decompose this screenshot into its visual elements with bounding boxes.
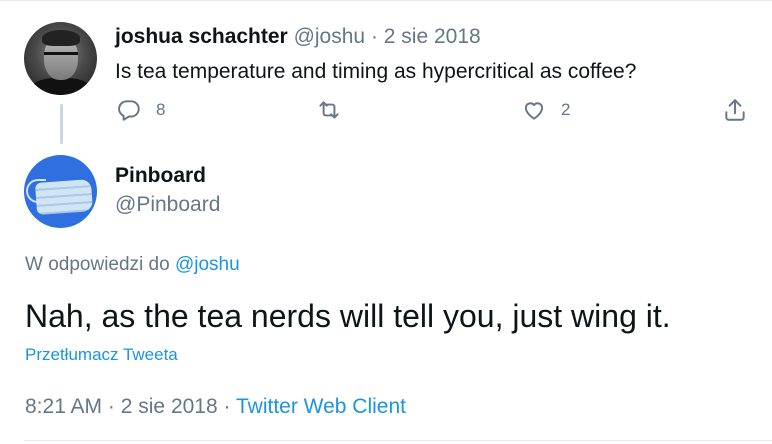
- reply-button[interactable]: 8: [116, 96, 165, 124]
- reply-count: 8: [156, 100, 166, 119]
- translate-tweet-link[interactable]: Przetłumacz Tweeta: [25, 344, 178, 366]
- like-button[interactable]: 2: [521, 96, 570, 124]
- reply-to-handle-link[interactable]: @joshu: [175, 254, 240, 275]
- tweet-meta: 8:21 AM · 2 sie 2018 · Twitter Web Clien…: [25, 393, 406, 421]
- tweet-date[interactable]: 2 sie 2018: [121, 395, 218, 418]
- share-button[interactable]: [722, 96, 748, 124]
- retweet-icon: [319, 101, 339, 119]
- parent-display-name[interactable]: joshua schachter: [115, 25, 288, 48]
- bottom-divider: [24, 440, 772, 441]
- main-display-name[interactable]: Pinboard: [115, 162, 206, 190]
- joshua-avatar[interactable]: [24, 22, 97, 95]
- meta-separator-2: ·: [223, 395, 231, 418]
- parent-tweet-header: joshua schachter @joshu · 2 sie 2018: [115, 24, 481, 50]
- reply-icon: [118, 100, 140, 121]
- top-divider: [0, 0, 772, 1]
- tweet-client-link[interactable]: Twitter Web Client: [236, 395, 406, 418]
- meta-separator: ·: [107, 395, 115, 418]
- reply-to-line: W odpowiedzi do @joshu: [25, 252, 240, 278]
- parent-date[interactable]: 2 sie 2018: [384, 25, 481, 48]
- tweet-time[interactable]: 8:21 AM: [25, 395, 102, 418]
- thread-connector: [60, 104, 63, 144]
- parent-tweet-text: Is tea temperature and timing as hypercr…: [115, 60, 637, 83]
- main-handle[interactable]: @Pinboard: [115, 191, 220, 219]
- share-icon: [725, 99, 745, 121]
- retweet-button[interactable]: [316, 96, 342, 124]
- reply-to-prefix: W odpowiedzi do: [25, 254, 170, 275]
- main-tweet-text: Nah, as the tea nerds will tell you, jus…: [25, 298, 671, 334]
- like-icon: [524, 102, 544, 120]
- parent-handle[interactable]: @joshu: [294, 25, 366, 48]
- like-count: 2: [561, 100, 571, 119]
- pinboard-avatar[interactable]: [24, 155, 97, 228]
- header-separator: ·: [370, 25, 378, 48]
